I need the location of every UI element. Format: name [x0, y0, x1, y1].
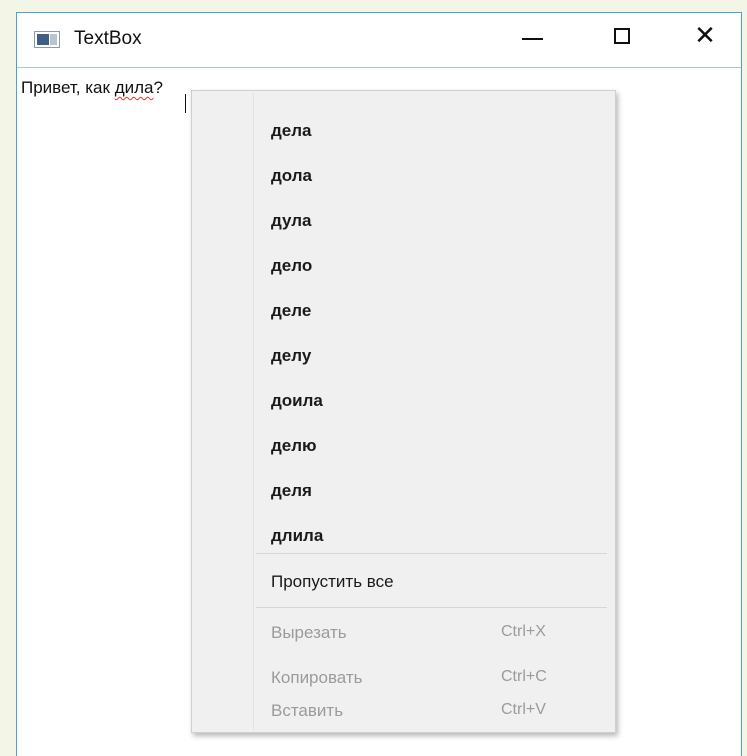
- text-caret: [185, 94, 186, 113]
- text-before: Привет, как: [21, 78, 115, 97]
- suggestion-label: делу: [271, 346, 312, 365]
- suggestion-label: доила: [271, 391, 323, 410]
- cut-label: Вырезать: [271, 623, 347, 642]
- copy-label: Копировать: [271, 668, 363, 687]
- title-bar[interactable]: TextBox ✕: [17, 13, 741, 67]
- suggestion-item[interactable]: дело: [194, 244, 613, 288]
- spellcheck-context-menu: дела дола дула дело деле делу доила делю…: [191, 90, 616, 733]
- window-title: TextBox: [74, 28, 142, 49]
- paste-label: Вставить: [271, 701, 344, 720]
- menu-separator: [256, 607, 607, 608]
- ignore-all-label: Пропустить все: [271, 572, 394, 591]
- paste-shortcut: Ctrl+V: [501, 701, 546, 718]
- suggestion-label: деле: [271, 301, 312, 320]
- suggestion-label: делю: [271, 436, 317, 455]
- suggestion-item[interactable]: дола: [194, 154, 613, 198]
- suggestion-item[interactable]: доила: [194, 379, 613, 423]
- suggestion-item[interactable]: длила: [194, 514, 613, 558]
- minimize-button[interactable]: [487, 13, 577, 59]
- menu-separator: [256, 553, 607, 554]
- suggestion-item[interactable]: дела: [194, 109, 613, 153]
- suggestion-label: длила: [271, 526, 324, 545]
- maximize-button[interactable]: [577, 13, 667, 59]
- maximize-icon: [614, 28, 630, 44]
- close-icon: ✕: [694, 21, 716, 51]
- app-icon-pane-secondary: [50, 34, 57, 45]
- minimize-icon: [521, 38, 543, 40]
- paste-item[interactable]: Вставить Ctrl+V: [194, 689, 613, 733]
- window-app-icon[interactable]: [34, 31, 60, 48]
- copy-shortcut: Ctrl+C: [501, 668, 547, 685]
- suggestion-label: дола: [271, 166, 313, 185]
- ignore-all-item[interactable]: Пропустить все: [194, 560, 613, 604]
- textbox-text[interactable]: Привет, как дила?: [21, 78, 163, 98]
- cut-item[interactable]: Вырезать Ctrl+X: [194, 611, 613, 655]
- suggestion-label: дула: [271, 211, 312, 230]
- suggestion-item[interactable]: делю: [194, 424, 613, 468]
- suggestion-label: деля: [271, 481, 312, 500]
- cut-shortcut: Ctrl+X: [501, 623, 546, 640]
- suggestion-label: дела: [271, 121, 312, 140]
- app-icon-pane: [37, 34, 49, 45]
- text-after: ?: [153, 78, 163, 97]
- misspelled-word[interactable]: дила: [115, 78, 154, 97]
- suggestion-item[interactable]: деле: [194, 289, 613, 333]
- suggestion-item[interactable]: делу: [194, 334, 613, 378]
- suggestion-item[interactable]: дула: [194, 199, 613, 243]
- suggestion-item[interactable]: деля: [194, 469, 613, 513]
- close-button[interactable]: ✕: [667, 13, 743, 59]
- suggestion-label: дело: [271, 256, 313, 275]
